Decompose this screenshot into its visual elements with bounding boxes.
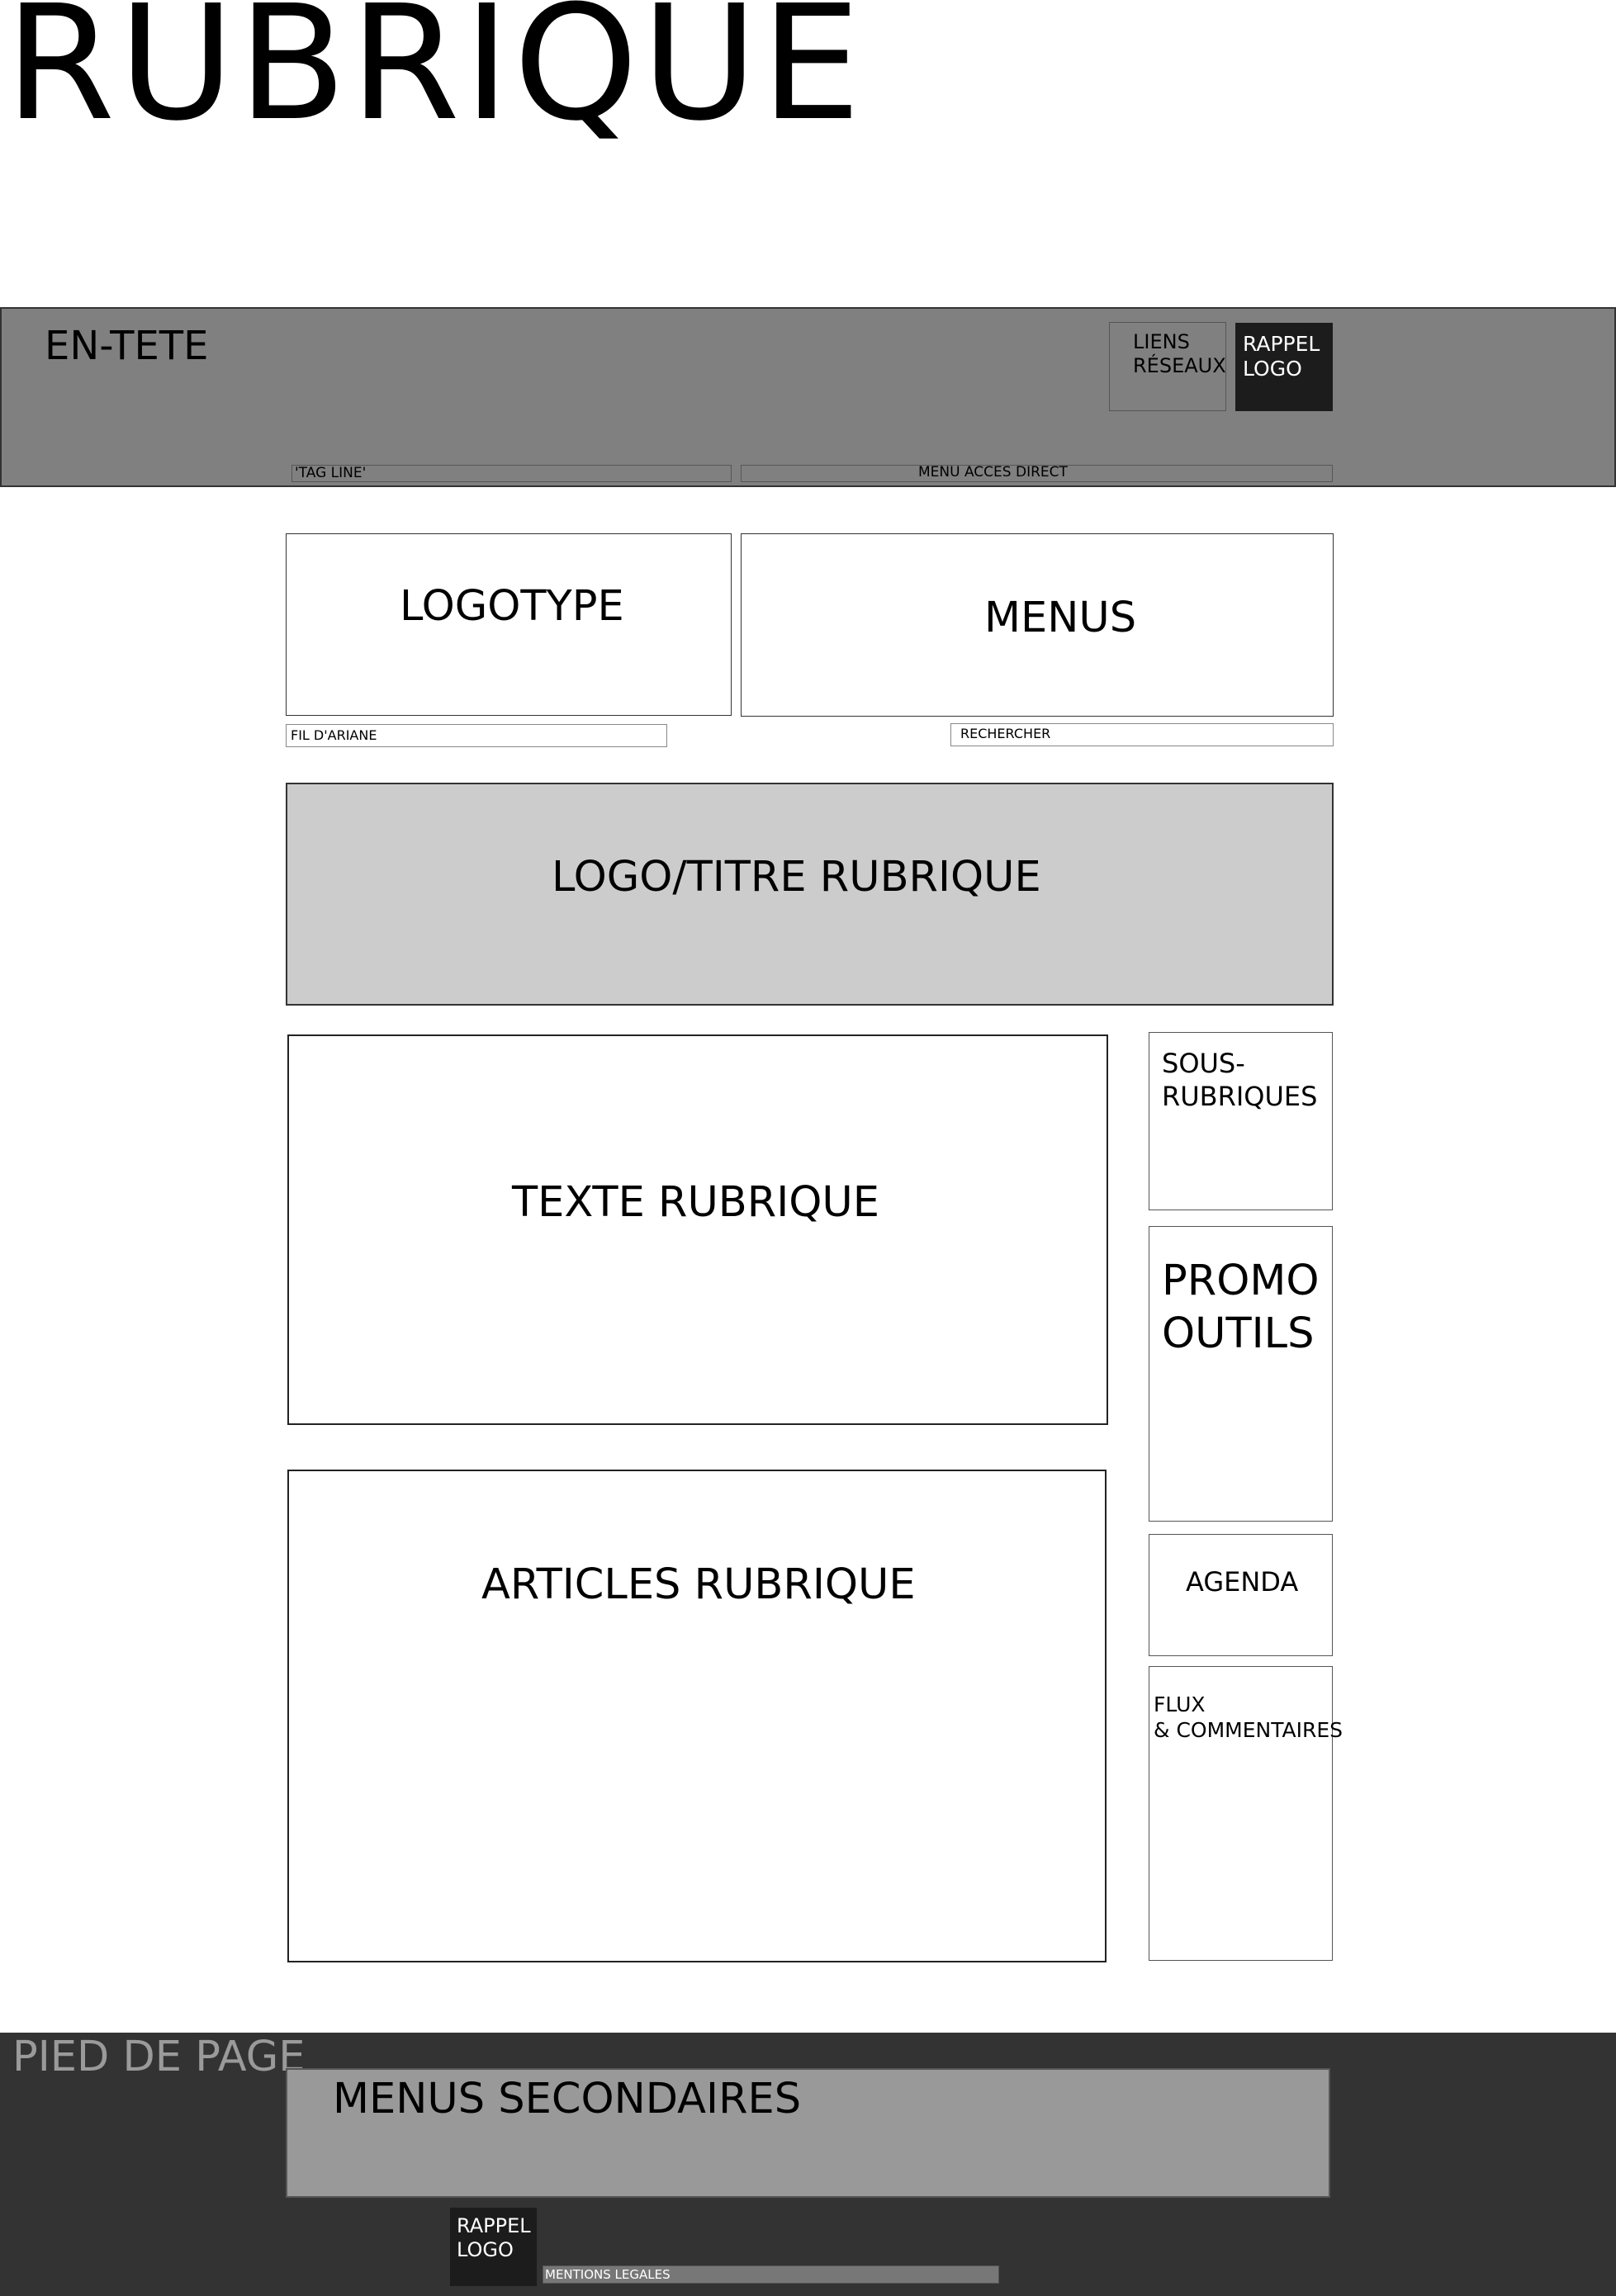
search-label: RECHERCHER [960, 726, 1051, 741]
header-block [0, 307, 1616, 487]
header-label: EN-TETE [45, 323, 209, 369]
footer-logo-reminder-label: RAPPEL LOGO [457, 2214, 531, 2261]
legal-notice-label: MENTIONS LEGALES [545, 2267, 671, 2282]
page-title: RUBRIQUE [5, 0, 865, 156]
section-articles-label: ARTICLES RUBRIQUE [481, 1560, 916, 1609]
menus-label: MENUS [984, 594, 1137, 642]
footer-label: PIED DE PAGE [12, 2033, 306, 2081]
section-title-label: LOGO/TITRE RUBRIQUE [552, 853, 1041, 902]
direct-access-menu-label: MENU ACCES DIRECT [918, 464, 1068, 481]
promo-tools-label: PROMO OUTILS [1162, 1257, 1320, 1358]
logotype-label: LOGOTYPE [400, 582, 624, 631]
breadcrumb-label: FIL D'ARIANE [291, 727, 377, 743]
header-logo-reminder-label: RAPPEL LOGO [1243, 332, 1320, 381]
section-text-label: TEXTE RUBRIQUE [512, 1178, 879, 1227]
tagline-label: 'TAG LINE' [295, 465, 367, 481]
section-articles-block [287, 1470, 1107, 1962]
feeds-comments-label: FLUX & COMMENTAIRES [1154, 1692, 1344, 1742]
social-links-label: LIENS RÉSEAUX [1133, 330, 1226, 377]
subsections-label: SOUS- RUBRIQUES [1162, 1048, 1318, 1112]
agenda-label: AGENDA [1186, 1566, 1299, 1598]
section-text-block [287, 1034, 1108, 1425]
secondary-menus-label: MENUS SECONDAIRES [333, 2075, 802, 2123]
